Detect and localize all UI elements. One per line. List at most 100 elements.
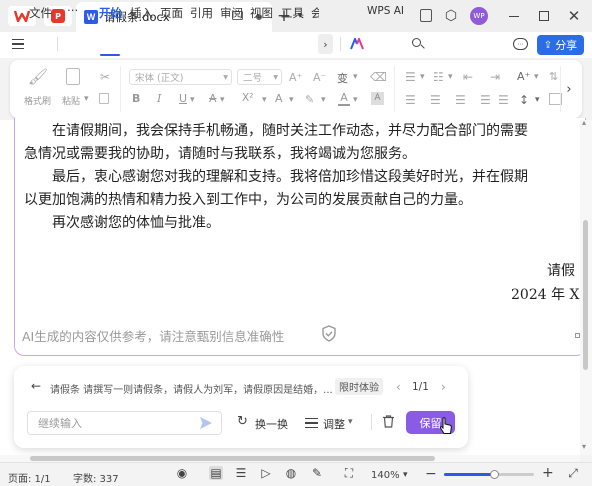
horizontal-scrollbar[interactable] (0, 455, 580, 462)
user-avatar[interactable]: WP (470, 7, 488, 25)
font-family-select[interactable]: 宋体 (正文) ▾ (129, 69, 232, 85)
underline-button[interactable]: U (179, 92, 187, 105)
format-painter-icon[interactable]: 🖌 (28, 67, 48, 86)
align-justify-icon[interactable]: ☰ (480, 93, 491, 107)
bold-button[interactable]: B (132, 92, 140, 105)
menu-more[interactable]: ⋯ (67, 3, 80, 17)
copy-icon[interactable] (99, 93, 109, 104)
maximize-icon[interactable] (539, 11, 549, 21)
paste-label[interactable]: 粘贴 (62, 94, 80, 107)
tab-page[interactable]: 页面 (160, 5, 183, 21)
superscript-button[interactable]: X² (242, 92, 253, 104)
cut-icon[interactable]: ✂ (98, 70, 112, 84)
fullscreen-icon[interactable]: ⤢ (566, 466, 580, 480)
tab-insert[interactable]: 插入 (130, 5, 153, 21)
superscript-dropdown-icon[interactable]: ▾ (262, 95, 267, 105)
adjust-icon[interactable] (305, 416, 318, 428)
vertical-scroll-thumb[interactable] (583, 220, 588, 370)
zoom-in-icon[interactable]: + (542, 465, 554, 481)
hamburger-icon[interactable] (12, 38, 24, 50)
adjust-dropdown-icon[interactable]: ▾ (348, 417, 353, 427)
tab-review[interactable]: 审阅 (220, 5, 243, 21)
zoom-slider-handle[interactable] (489, 470, 499, 479)
font-size-select[interactable]: 二号 ▾ (237, 69, 282, 85)
highlight-icon[interactable]: ✎ (305, 93, 314, 106)
tab-reference[interactable]: 引用 (190, 5, 213, 21)
paste-icon[interactable] (66, 68, 80, 85)
swap-button[interactable]: 换一换 (255, 416, 288, 432)
bullet-dropdown-icon[interactable]: ▾ (420, 72, 425, 82)
text-effect-icon[interactable]: A (275, 92, 283, 105)
line-spacing-icon[interactable]: ↕ (519, 93, 529, 107)
phonetic-dropdown-icon[interactable]: ▾ (353, 72, 358, 82)
underline-dropdown-icon[interactable]: ▾ (190, 95, 195, 105)
char-shading-icon[interactable]: A (371, 92, 384, 105)
outline-view-icon[interactable]: ☰ (234, 466, 248, 480)
wps-ai-menu[interactable]: WPS AI (367, 5, 404, 17)
multi-window-icon[interactable] (420, 9, 432, 22)
align-center-icon[interactable]: ☰ (430, 93, 441, 107)
line-spacing-dropdown-icon[interactable]: ▾ (535, 95, 540, 105)
prev-result-icon[interactable]: ‹ (396, 380, 401, 394)
cube-icon[interactable]: ⬡ (443, 8, 459, 24)
tab-view[interactable]: 视图 (250, 5, 273, 21)
next-result-icon[interactable]: › (441, 380, 446, 394)
refresh-icon[interactable]: ↻ (237, 415, 251, 429)
grow-font-icon[interactable]: A⁺ (289, 71, 302, 84)
align-right-icon[interactable]: ☰ (455, 93, 466, 107)
play-icon[interactable]: ▷ (259, 466, 273, 480)
scroll-up-icon[interactable]: ▴ (582, 118, 586, 127)
tab-start[interactable]: 开始 (99, 5, 122, 21)
zoom-level[interactable]: 140% (371, 470, 400, 481)
tab-member[interactable]: 会 (311, 5, 319, 21)
text-effect-dropdown-icon[interactable]: ▾ (289, 95, 294, 105)
menu-file[interactable]: 文件 (29, 5, 52, 21)
share-button[interactable]: ⇪ 分享 (537, 35, 584, 55)
ribbon-expand-icon[interactable]: › (560, 66, 577, 112)
search-icon[interactable] (412, 38, 425, 50)
web-view-icon[interactable]: ◍ (284, 466, 298, 480)
minimize-icon[interactable] (509, 16, 519, 17)
close-icon[interactable]: ✕ (567, 7, 581, 25)
decrease-indent-icon[interactable]: ⇤ (463, 70, 473, 84)
text-direction-icon[interactable]: A⁺ (517, 70, 530, 83)
zoom-out-icon[interactable]: − (425, 466, 437, 482)
bullet-list-icon[interactable]: ☰ (405, 70, 416, 84)
word-count[interactable]: 字数: 337 (73, 470, 119, 485)
page-view-icon[interactable]: ▤ (209, 466, 223, 480)
horizontal-scroll-thumb[interactable] (30, 456, 435, 461)
vertical-scrollbar[interactable]: ▴ ▾ (580, 118, 592, 455)
font-color-dropdown-icon[interactable]: ▾ (353, 95, 358, 105)
numbered-list-icon[interactable]: ☷ (433, 70, 444, 84)
tab-tools[interactable]: 工具 (281, 5, 304, 21)
highlight-dropdown-icon[interactable]: ▾ (321, 95, 326, 105)
font-color-icon[interactable]: A (338, 92, 350, 106)
zoom-dropdown-icon[interactable]: ▾ (403, 470, 408, 480)
write-mode-icon[interactable]: ✎ (310, 466, 324, 480)
scroll-down-icon[interactable]: ▾ (582, 442, 586, 451)
increase-indent-icon[interactable]: ⇥ (490, 70, 500, 84)
delete-icon[interactable] (383, 415, 394, 428)
paste-dropdown-icon[interactable]: ▾ (84, 94, 89, 104)
distributed-align-icon[interactable]: ☰ (498, 93, 509, 107)
shield-check-icon[interactable] (321, 325, 337, 342)
send-icon[interactable] (199, 416, 213, 430)
strike-dropdown-icon[interactable]: ▾ (220, 95, 225, 105)
phonetic-guide-icon[interactable]: 变 (337, 70, 348, 86)
zoom-slider[interactable] (444, 470, 534, 479)
chat-icon[interactable]: ⋯ (513, 38, 528, 50)
sort-icon[interactable]: ⇅ (549, 70, 558, 83)
eye-protection-icon[interactable]: ◉ (175, 466, 189, 480)
shrink-font-icon[interactable]: A⁻ (313, 71, 326, 84)
continue-input[interactable]: 继续输入 (27, 411, 222, 435)
numbered-dropdown-icon[interactable]: ▾ (448, 72, 453, 82)
back-arrow-icon[interactable]: ← (31, 380, 45, 392)
tabs-scroll-right-icon[interactable]: › (318, 34, 333, 54)
page-count[interactable]: 页面: 1/1 (8, 470, 51, 485)
align-left-icon[interactable]: ☰ (405, 93, 416, 107)
adjust-button[interactable]: 调整 (323, 416, 345, 432)
italic-button[interactable]: I (157, 92, 161, 105)
strikethrough-button[interactable]: A (209, 92, 217, 105)
clear-format-icon[interactable]: ⌫ (370, 70, 387, 84)
fit-page-icon[interactable]: ⛶ (342, 466, 356, 480)
